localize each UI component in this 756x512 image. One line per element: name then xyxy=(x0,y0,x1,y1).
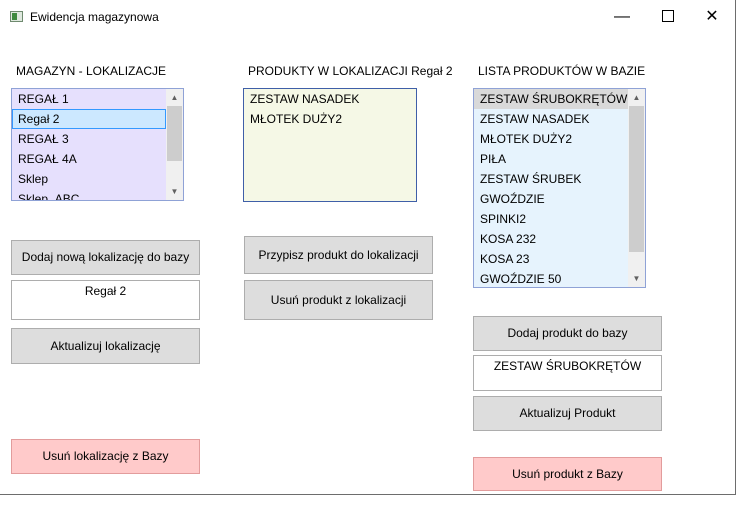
location-name-field[interactable]: Regał 2 xyxy=(11,280,200,320)
scroll-down-icon[interactable]: ▼ xyxy=(166,183,183,200)
assign-product-button[interactable]: Przypisz produkt do lokalizacji xyxy=(244,236,433,274)
product-name-field[interactable]: ZESTAW ŚRUBOKRĘTÓW xyxy=(473,355,662,391)
locations-header: MAGAZYN - LOKALIZACJE xyxy=(16,64,167,78)
location-item-regal-4a[interactable]: REGAŁ 4A xyxy=(12,149,166,169)
minimize-button[interactable]: — xyxy=(600,4,644,30)
product-item[interactable]: ZESTAW NASADEK xyxy=(474,109,628,129)
maximize-button[interactable] xyxy=(646,4,690,30)
add-product-button[interactable]: Dodaj produkt do bazy xyxy=(473,316,662,351)
update-location-button[interactable]: Aktualizuj lokalizację xyxy=(11,328,200,364)
product-item[interactable]: GWOŹDZIE 50 xyxy=(474,269,628,287)
locations-items: REGAŁ 1 Regał 2 REGAŁ 3 REGAŁ 4A Sklep S… xyxy=(12,89,166,200)
location-product-item[interactable]: MŁOTEK DUŻY2 xyxy=(244,109,416,129)
location-item-regal-1[interactable]: REGAŁ 1 xyxy=(12,89,166,109)
delete-product-button[interactable]: Usuń produkt z Bazy xyxy=(473,457,662,491)
location-products-header: PRODUKTY W LOKALIZACJI Regał 2 xyxy=(248,64,453,78)
remove-product-from-location-button[interactable]: Usuń produkt z lokalizacji xyxy=(244,280,433,320)
scrollbar-thumb[interactable] xyxy=(629,106,644,252)
product-list-header: LISTA PRODUKTÓW W BAZIE xyxy=(478,64,646,78)
close-button[interactable]: ✕ xyxy=(690,4,734,30)
close-icon: ✕ xyxy=(705,8,719,25)
scrollbar-thumb[interactable] xyxy=(167,106,182,161)
delete-location-button[interactable]: Usuń lokalizację z Bazy xyxy=(11,439,200,474)
title-bar[interactable]: Ewidencja magazynowa — ✕ xyxy=(0,0,735,33)
product-list-scrollbar[interactable]: ▲ ▼ xyxy=(628,89,645,287)
minimize-icon: — xyxy=(614,8,630,25)
location-item-regal-2[interactable]: Regał 2 xyxy=(12,109,166,129)
location-product-item[interactable]: ZESTAW NASADEK xyxy=(244,89,416,109)
product-item[interactable]: GWOŹDZIE xyxy=(474,189,628,209)
locations-listbox[interactable]: REGAŁ 1 Regał 2 REGAŁ 3 REGAŁ 4A Sklep S… xyxy=(11,88,184,201)
window-title: Ewidencja magazynowa xyxy=(30,10,159,24)
product-item[interactable]: SPINKI2 xyxy=(474,209,628,229)
app-icon xyxy=(10,11,23,22)
product-item[interactable]: KOSA 232 xyxy=(474,229,628,249)
scroll-up-icon[interactable]: ▲ xyxy=(166,89,183,106)
maximize-icon xyxy=(662,9,674,22)
location-item-sklep[interactable]: Sklep xyxy=(12,169,166,189)
location-products-listbox[interactable]: ZESTAW NASADEK MŁOTEK DUŻY2 xyxy=(243,88,417,202)
locations-scrollbar[interactable]: ▲ ▼ xyxy=(166,89,183,200)
product-item[interactable]: ZESTAW ŚRUBOKRĘTÓW xyxy=(474,89,628,109)
product-item[interactable]: PIŁA xyxy=(474,149,628,169)
product-listbox[interactable]: ZESTAW ŚRUBOKRĘTÓW ZESTAW NASADEK MŁOTEK… xyxy=(473,88,646,288)
main-window: Ewidencja magazynowa — ✕ MAGAZYN - LOKAL… xyxy=(0,0,736,495)
update-product-button[interactable]: Aktualizuj Produkt xyxy=(473,396,662,431)
add-location-button[interactable]: Dodaj nową lokalizację do bazy xyxy=(11,240,200,275)
product-item[interactable]: KOSA 23 xyxy=(474,249,628,269)
location-item-regal-3[interactable]: REGAŁ 3 xyxy=(12,129,166,149)
scroll-down-icon[interactable]: ▼ xyxy=(628,270,645,287)
product-items: ZESTAW ŚRUBOKRĘTÓW ZESTAW NASADEK MŁOTEK… xyxy=(474,89,628,287)
location-item-sklep-abc[interactable]: Sklep_ABC xyxy=(12,189,166,200)
product-item[interactable]: MŁOTEK DUŻY2 xyxy=(474,129,628,149)
product-item[interactable]: ZESTAW ŚRUBEK xyxy=(474,169,628,189)
scroll-up-icon[interactable]: ▲ xyxy=(628,89,645,106)
